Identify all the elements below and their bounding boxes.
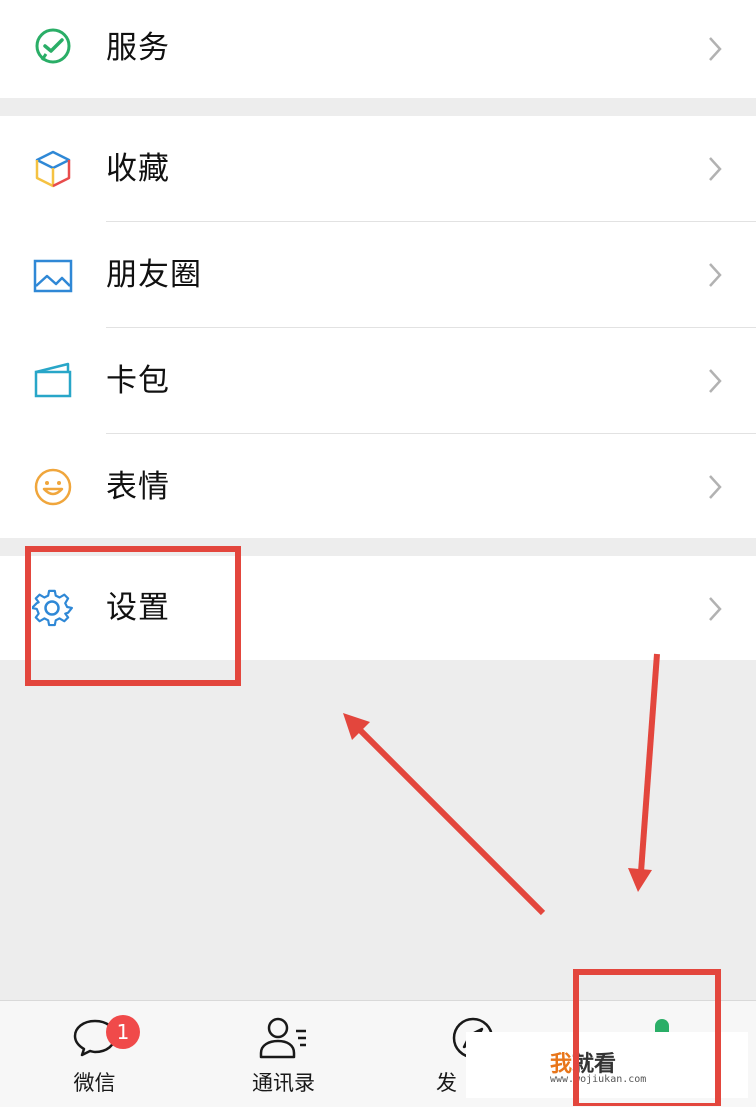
chevron-right-icon xyxy=(709,475,722,499)
tab-contacts-label: 通讯录 xyxy=(252,1071,315,1095)
tab-chats[interactable]: 1 微信 xyxy=(0,1001,189,1107)
tab-contacts[interactable]: 通讯录 xyxy=(189,1001,378,1107)
menu-item-moments[interactable]: 朋友圈 xyxy=(0,222,756,327)
arrow-up-head xyxy=(343,713,370,740)
menu-item-settings[interactable]: 设置 xyxy=(0,556,756,660)
cube-icon xyxy=(35,150,71,188)
wallet-icon xyxy=(34,362,72,398)
menu-item-favorites[interactable]: 收藏 xyxy=(0,116,756,221)
menu-group-main: 收藏 朋友圈 卡包 表情 xyxy=(0,116,756,538)
arrow-up-line xyxy=(355,725,546,916)
services-label: 服务 xyxy=(106,30,170,66)
moments-label: 朋友圈 xyxy=(106,257,202,293)
chevron-right-icon xyxy=(709,157,722,181)
chevron-right-icon xyxy=(709,369,722,393)
watermark: 我就看 www.wojiukan.com xyxy=(466,1032,748,1098)
smiley-icon xyxy=(34,468,72,506)
unread-badge: 1 xyxy=(106,1015,140,1049)
menu-item-stickers[interactable]: 表情 xyxy=(0,434,756,538)
tab-chats-label: 微信 xyxy=(73,1071,116,1095)
chevron-right-icon xyxy=(709,37,722,61)
menu-item-services[interactable]: 服务 xyxy=(0,0,756,98)
cards-label: 卡包 xyxy=(106,363,170,399)
chevron-right-icon xyxy=(709,597,722,621)
settings-label: 设置 xyxy=(106,590,170,626)
contacts-icon xyxy=(259,1017,306,1059)
chevron-right-icon xyxy=(709,263,722,287)
gear-icon xyxy=(32,589,73,627)
stickers-label: 表情 xyxy=(106,469,170,505)
arrow-down-head xyxy=(628,868,652,892)
watermark-url: www.wojiukan.com xyxy=(550,1074,647,1085)
wechat-pay-icon xyxy=(35,28,71,64)
menu-item-cards[interactable]: 卡包 xyxy=(0,328,756,433)
favorites-label: 收藏 xyxy=(106,151,170,187)
arrow-down-line xyxy=(638,653,660,873)
image-icon xyxy=(33,259,73,293)
